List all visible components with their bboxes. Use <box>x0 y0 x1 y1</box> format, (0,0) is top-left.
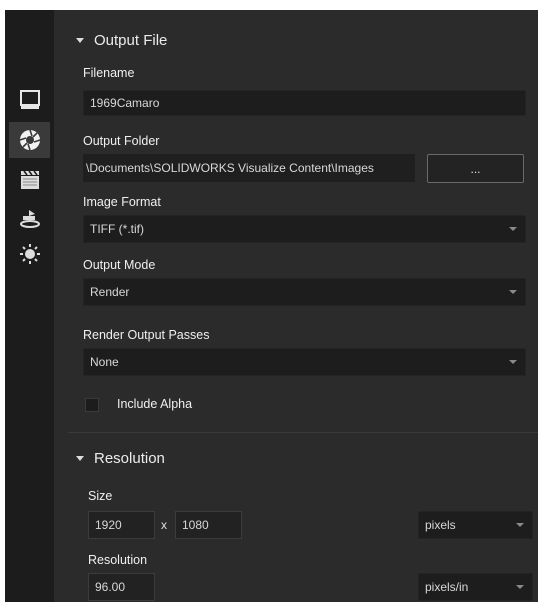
output-folder-value: \Documents\SOLIDWORKS Visualize Content\… <box>86 161 374 175</box>
filename-label: Filename <box>83 66 135 80</box>
render-settings-window: Output File Filename 1969Camaro Output F… <box>5 10 538 602</box>
section-divider <box>68 432 538 433</box>
image-format-label: Image Format <box>83 195 161 209</box>
height-value: 1080 <box>182 518 209 532</box>
image-format-dropdown[interactable]: TIFF (*.tif) <box>83 215 526 243</box>
rail-button-environment[interactable] <box>9 236 50 272</box>
resolution-input[interactable]: 96.00 <box>88 573 155 601</box>
output-mode-label: Output Mode <box>83 258 156 272</box>
chevron-down-icon <box>516 585 524 589</box>
rail-button-image[interactable] <box>9 82 50 118</box>
size-label: Size <box>88 489 113 503</box>
filename-value: 1969Camaro <box>90 96 160 110</box>
image-settings-icon <box>19 90 40 109</box>
resolution-unit-value: pixels/in <box>425 580 469 594</box>
sun-icon <box>19 244 40 264</box>
chevron-down-icon <box>516 523 524 527</box>
output-file-title: Output File <box>94 32 168 49</box>
width-value: 1920 <box>95 518 122 532</box>
resolution-label: Resolution <box>88 553 148 567</box>
render-output-passes-dropdown[interactable]: None <box>83 348 526 376</box>
filename-input[interactable]: 1969Camaro <box>83 90 526 116</box>
clapperboard-icon <box>20 170 39 189</box>
include-alpha-checkbox[interactable] <box>85 398 99 412</box>
chevron-down-icon <box>509 360 517 364</box>
resolution-value: 96.00 <box>95 580 126 594</box>
resolution-unit-dropdown[interactable]: pixels/in <box>418 573 533 601</box>
rail-button-animation[interactable] <box>9 162 50 198</box>
size-separator: x <box>161 518 167 532</box>
output-mode-value: Render <box>90 285 130 299</box>
tool-rail <box>5 10 54 602</box>
resolution-section-header[interactable]: Resolution <box>76 450 165 467</box>
output-file-section-header[interactable]: Output File <box>76 32 167 49</box>
chevron-down-icon <box>509 227 517 231</box>
size-unit-dropdown[interactable]: pixels <box>418 511 533 539</box>
width-input[interactable]: 1920 <box>88 511 155 539</box>
render-output-passes-value: None <box>90 355 119 369</box>
size-unit-value: pixels <box>425 518 456 532</box>
rail-button-camera[interactable] <box>9 122 50 158</box>
collapse-caret-icon <box>76 38 84 43</box>
chevron-down-icon <box>509 290 517 294</box>
image-format-value: TIFF (*.tif) <box>90 222 144 236</box>
output-mode-dropdown[interactable]: Render <box>83 278 526 306</box>
height-input[interactable]: 1080 <box>175 511 242 539</box>
output-folder-input[interactable]: \Documents\SOLIDWORKS Visualize Content\… <box>83 154 415 182</box>
collapse-caret-icon <box>76 456 84 461</box>
include-alpha-label: Include Alpha <box>117 397 193 411</box>
output-folder-label: Output Folder <box>83 134 160 148</box>
resolution-title: Resolution <box>94 450 165 467</box>
teapot-render-icon <box>19 210 40 228</box>
output-settings-panel: Output File Filename 1969Camaro Output F… <box>54 10 538 602</box>
browse-folder-button[interactable]: ... <box>427 154 524 183</box>
rail-button-render[interactable] <box>9 200 50 236</box>
browse-folder-label: ... <box>470 161 481 176</box>
render-output-passes-label: Render Output Passes <box>83 328 210 342</box>
camera-aperture-icon <box>19 129 40 151</box>
